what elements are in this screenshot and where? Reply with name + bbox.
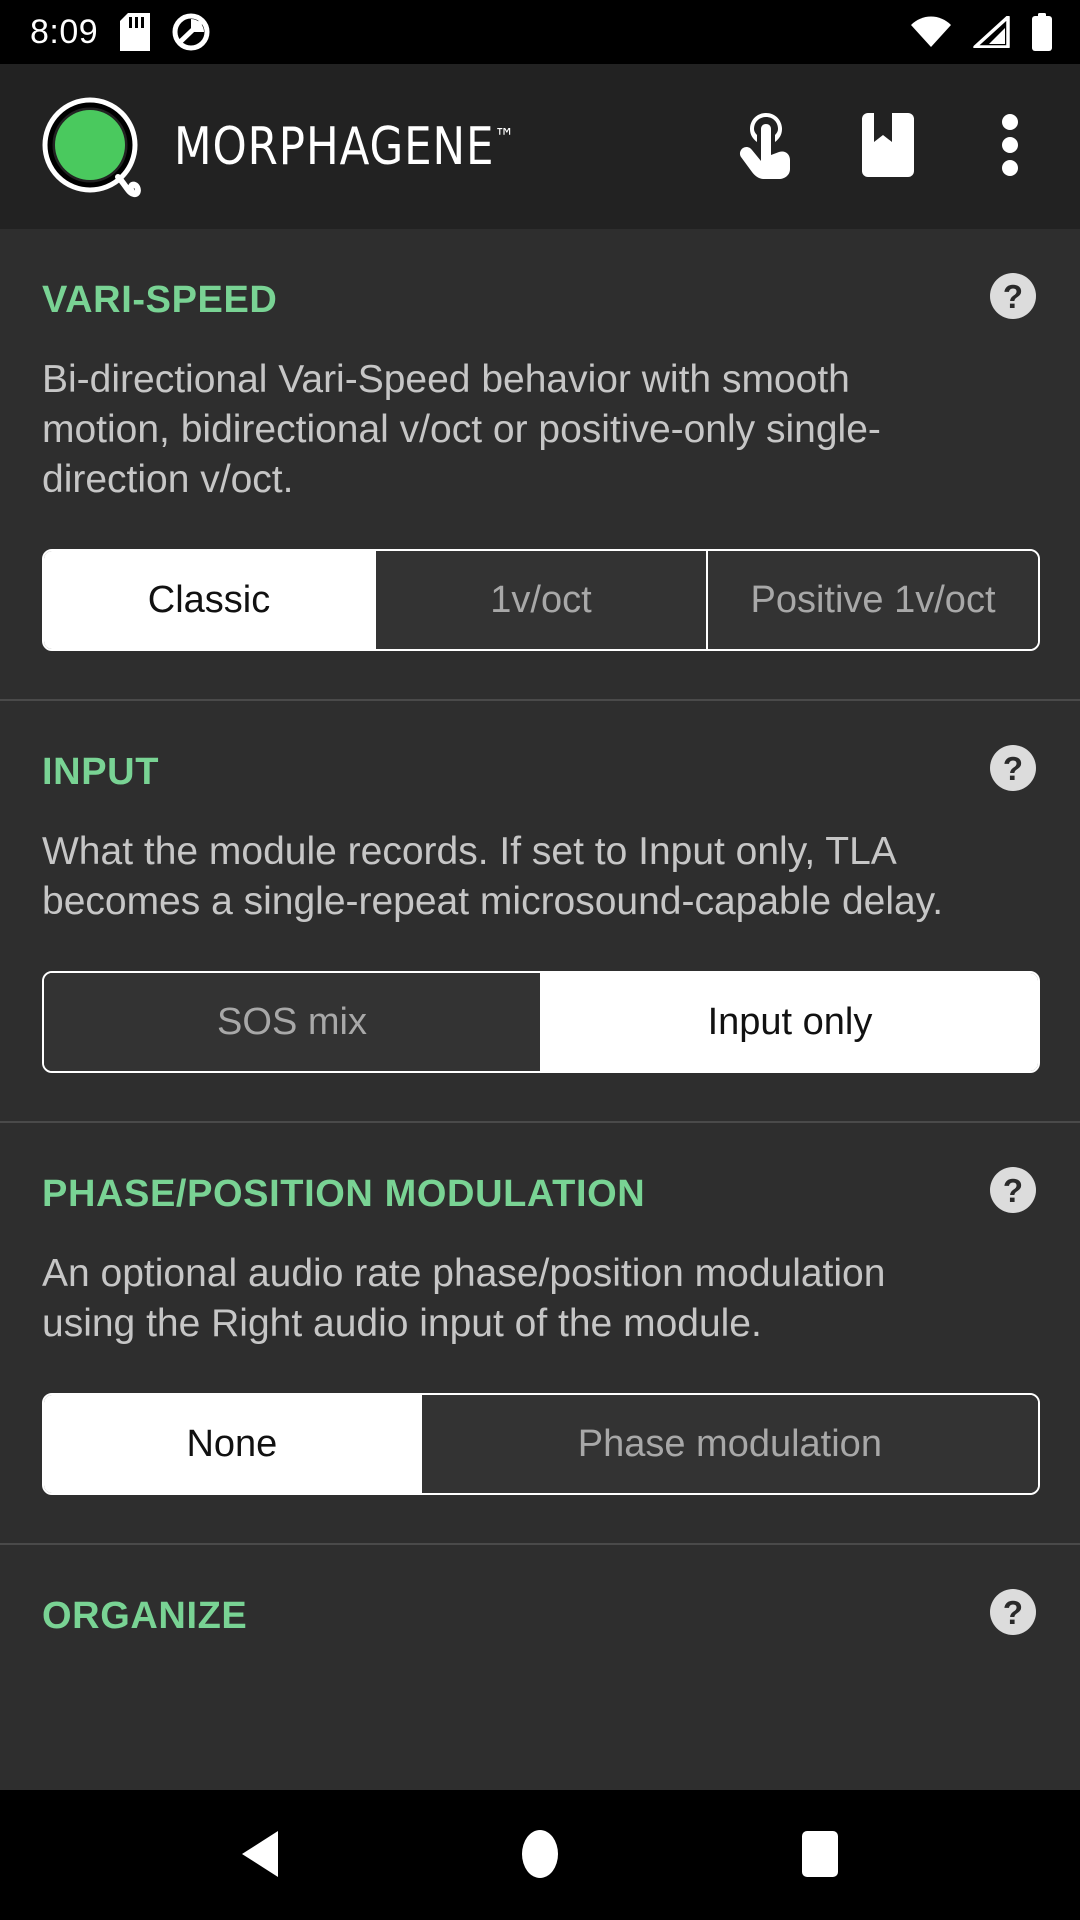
section-header: ORGANIZE ?	[42, 1589, 1040, 1635]
cellular-signal-icon	[972, 16, 1010, 48]
status-bar-clock: 8:09	[30, 13, 99, 51]
section-title: INPUT	[42, 751, 159, 793]
section-title: VARI-SPEED	[42, 279, 278, 321]
app-title-text: MORPHAGENE	[174, 116, 495, 177]
segment-positive-1v-oct[interactable]: Positive 1v/oct	[708, 551, 1038, 649]
overflow-menu-icon	[1000, 113, 1020, 180]
input-segmented-control[interactable]: SOS mix Input only	[42, 971, 1040, 1073]
section-header: PHASE/POSITION MODULATION ?	[42, 1167, 1040, 1213]
nav-back-button[interactable]	[200, 1790, 320, 1920]
battery-icon	[1030, 13, 1054, 51]
section-title: PHASE/POSITION MODULATION	[42, 1173, 646, 1215]
recents-icon	[798, 1829, 842, 1882]
segment-none[interactable]: None	[44, 1395, 422, 1493]
help-icon[interactable]: ?	[990, 273, 1036, 319]
morphagene-logo-icon	[40, 93, 148, 201]
section-organize: ORGANIZE ?	[0, 1545, 1080, 1683]
touch-gesture-icon	[737, 109, 795, 184]
section-description: Bi-directional Vari-Speed behavior with …	[42, 358, 881, 501]
app-bar: MORPHAGENE™	[0, 64, 1080, 229]
nav-home-button[interactable]	[480, 1790, 600, 1920]
back-icon	[238, 1829, 282, 1882]
app-brand: MORPHAGENE™	[40, 93, 540, 201]
system-navigation-bar	[0, 1790, 1080, 1920]
section-header: VARI-SPEED ?	[42, 273, 1040, 319]
bookmark-icon	[862, 113, 914, 180]
help-icon[interactable]: ?	[990, 1589, 1036, 1635]
vari-speed-segmented-control[interactable]: Classic 1v/oct Positive 1v/oct	[42, 549, 1040, 651]
segment-1v-oct[interactable]: 1v/oct	[376, 551, 708, 649]
status-bar: 8:09	[0, 0, 1080, 64]
app-bar-actions	[718, 99, 1058, 195]
nav-recents-button[interactable]	[760, 1790, 880, 1920]
app-title: MORPHAGENE™	[174, 117, 515, 177]
section-header: INPUT ?	[42, 745, 1040, 791]
segment-sos-mix[interactable]: SOS mix	[44, 973, 542, 1071]
overflow-menu-button[interactable]	[962, 99, 1058, 195]
settings-list[interactable]: VARI-SPEED ? Bi-directional Vari-Speed b…	[0, 229, 1080, 1790]
do-not-disturb-icon	[172, 13, 210, 51]
section-vari-speed: VARI-SPEED ? Bi-directional Vari-Speed b…	[0, 229, 1080, 699]
section-input: INPUT ? What the module records. If set …	[0, 701, 1080, 1121]
section-description: An optional audio rate phase/position mo…	[42, 1252, 886, 1345]
phase-modulation-segmented-control[interactable]: None Phase modulation	[42, 1393, 1040, 1495]
status-bar-left: 8:09	[30, 13, 210, 51]
section-phase-position-modulation: PHASE/POSITION MODULATION ? An optional …	[0, 1123, 1080, 1543]
bookmark-button[interactable]	[840, 99, 936, 195]
section-description: What the module records. If set to Input…	[42, 830, 944, 923]
help-icon[interactable]: ?	[990, 745, 1036, 791]
status-bar-right	[910, 13, 1054, 51]
trademark-mark: ™	[494, 123, 515, 152]
segment-classic[interactable]: Classic	[44, 551, 376, 649]
app-screen: 8:09 MORPHAGENE™ VARI-SPEED ? Bi-directi…	[0, 0, 1080, 1920]
segment-phase-modulation[interactable]: Phase modulation	[421, 1395, 1038, 1493]
segment-input-only[interactable]: Input only	[542, 973, 1038, 1071]
home-icon	[516, 1828, 564, 1883]
help-icon[interactable]: ?	[990, 1167, 1036, 1213]
section-title: ORGANIZE	[42, 1595, 248, 1637]
wifi-icon	[910, 16, 952, 48]
touch-gesture-button[interactable]	[718, 99, 814, 195]
sd-card-icon	[120, 13, 151, 51]
